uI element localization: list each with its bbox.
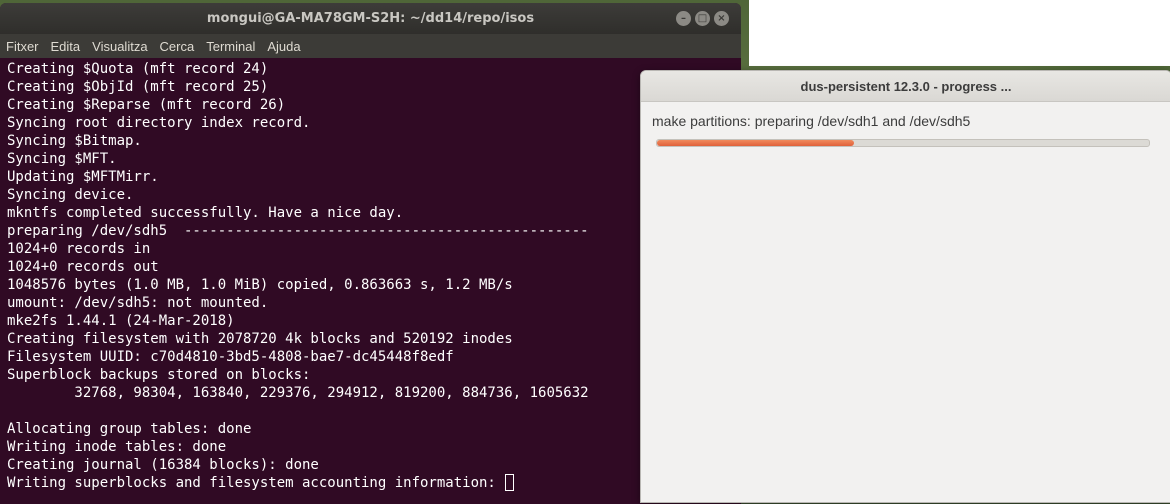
menu-terminal[interactable]: Terminal xyxy=(206,39,255,54)
maximize-button[interactable]: □ xyxy=(695,11,710,26)
terminal-line: Superblock backups stored on blocks: xyxy=(7,367,311,383)
terminal-line: mkntfs completed successfully. Have a ni… xyxy=(7,205,404,221)
terminal-line: 1024+0 records out xyxy=(7,259,159,275)
terminal-line: Syncing device. xyxy=(7,187,134,203)
minimize-button[interactable]: – xyxy=(676,11,691,26)
terminal-line: 1048576 bytes (1.0 MB, 1.0 MiB) copied, … xyxy=(7,277,513,293)
terminal-line: Creating $Reparse (mft record 26) xyxy=(7,97,286,113)
terminal-line: Filesystem UUID: c70d4810-3bd5-4808-bae7… xyxy=(7,349,454,365)
window-controls: – □ × xyxy=(676,11,729,26)
terminal-line: Syncing root directory index record. xyxy=(7,115,311,131)
terminal-line: Creating $Quota (mft record 24) xyxy=(7,61,269,77)
terminal-output[interactable]: Creating $Quota (mft record 24) Creating … xyxy=(0,58,741,492)
terminal-cursor xyxy=(505,474,515,491)
progress-dialog[interactable]: dus-persistent 12.3.0 - progress ... mak… xyxy=(640,70,1170,503)
terminal-line: mke2fs 1.44.1 (24-Mar-2018) xyxy=(7,313,235,329)
terminal-window[interactable]: mongui@GA-MA78GM-S2H: ~/dd14/repo/isos –… xyxy=(0,3,741,504)
desktop-white-area xyxy=(749,0,1170,66)
terminal-line: Writing superblocks and filesystem accou… xyxy=(7,474,741,492)
terminal-line: Syncing $Bitmap. xyxy=(7,133,142,149)
terminal-line: Creating filesystem with 2078720 4k bloc… xyxy=(7,331,513,347)
dialog-titlebar[interactable]: dus-persistent 12.3.0 - progress ... xyxy=(641,71,1170,102)
progress-bar xyxy=(656,139,1150,147)
terminal-line: Creating journal (16384 blocks): done xyxy=(7,457,319,473)
menu-visualitza[interactable]: Visualitza xyxy=(92,39,147,54)
terminal-titlebar[interactable]: mongui@GA-MA78GM-S2H: ~/dd14/repo/isos –… xyxy=(0,3,741,34)
terminal-line: Allocating group tables: done xyxy=(7,421,252,437)
terminal-line: umount: /dev/sdh5: not mounted. xyxy=(7,295,269,311)
terminal-line: Creating $ObjId (mft record 25) xyxy=(7,79,269,95)
terminal-line: 1024+0 records in xyxy=(7,241,151,257)
progress-message: make partitions: preparing /dev/sdh1 and… xyxy=(652,113,971,129)
menu-ajuda[interactable]: Ajuda xyxy=(267,39,300,54)
progress-bar-fill xyxy=(657,140,854,146)
terminal-line: Syncing $MFT. xyxy=(7,151,117,167)
menu-edita[interactable]: Edita xyxy=(51,39,81,54)
menu-fitxer[interactable]: Fitxer xyxy=(6,39,39,54)
dialog-title: dus-persistent 12.3.0 - progress ... xyxy=(800,78,1012,94)
terminal-line: preparing /dev/sdh5 --------------------… xyxy=(7,223,589,239)
close-button[interactable]: × xyxy=(714,11,729,26)
terminal-title: mongui@GA-MA78GM-S2H: ~/dd14/repo/isos xyxy=(206,11,535,26)
terminal-line: Writing inode tables: done xyxy=(7,439,227,455)
terminal-line: Updating $MFTMirr. xyxy=(7,169,159,185)
terminal-menubar: Fitxer Edita Visualitza Cerca Terminal A… xyxy=(0,34,741,58)
menu-cerca[interactable]: Cerca xyxy=(160,39,195,54)
terminal-line: 32768, 98304, 163840, 229376, 294912, 81… xyxy=(7,385,589,401)
